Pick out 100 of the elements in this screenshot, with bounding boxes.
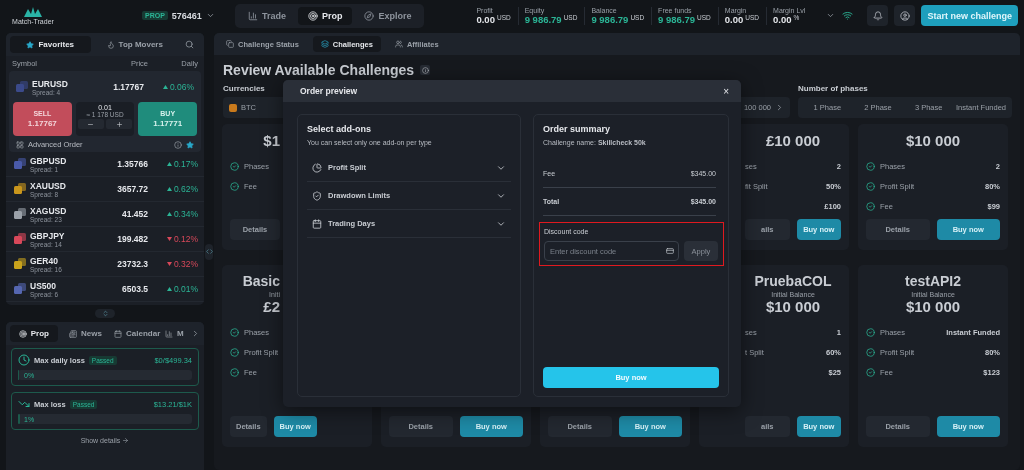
splitter-handle[interactable]	[205, 243, 213, 260]
info-icon	[421, 66, 429, 74]
bell-icon	[872, 10, 883, 21]
plus-icon	[115, 120, 123, 128]
star-icon	[26, 40, 35, 49]
flame-icon	[106, 40, 115, 49]
clock-icon	[18, 354, 30, 366]
card-title: PruebaCOL	[753, 273, 833, 289]
stat-value: 9 986.79	[658, 13, 696, 25]
chevron-down-icon[interactable]	[826, 11, 836, 20]
check-circle-icon	[866, 327, 875, 337]
balance-amount: £2	[262, 298, 280, 315]
panel-tab[interactable]: M	[165, 325, 187, 342]
watchlist-tab[interactable]: Top Movers	[94, 36, 175, 53]
check-circle-icon	[866, 181, 875, 191]
daily-change: 0.01%	[173, 284, 198, 294]
check-circle-icon	[230, 327, 239, 337]
copy-icon	[226, 40, 234, 48]
pie-chart-icon	[312, 162, 322, 173]
symbol-name: GBPJPY	[30, 230, 65, 241]
nav-tab[interactable]: Trade	[237, 6, 296, 25]
daily-change: 0.17%	[173, 159, 198, 169]
increase-button[interactable]	[106, 119, 133, 129]
section-title: Select add-ons	[307, 124, 372, 134]
symbol-name: GER40	[30, 255, 58, 266]
balance-amount: £10 000	[764, 132, 822, 149]
chart-down-icon	[18, 398, 30, 410]
calendar-icon	[114, 329, 123, 338]
check-circle-icon	[866, 367, 875, 377]
daily-change: 0.32%	[173, 259, 198, 269]
balance-amount: $10 000	[904, 132, 962, 149]
panel-tab[interactable]: Calendar	[113, 325, 161, 342]
nav-tab[interactable]: Explore	[354, 6, 422, 25]
daily-change: 0.06%	[169, 82, 194, 92]
symbol-name: XAGUSD	[30, 205, 67, 216]
stat-value: 0.00	[476, 13, 495, 25]
arrow-right-icon	[122, 437, 130, 444]
check-circle-icon	[230, 367, 239, 377]
check-circle-icon	[866, 347, 875, 357]
stat-value: 0.00	[724, 13, 744, 25]
chart-icon	[165, 329, 173, 338]
panel-tab[interactable]: Prop	[10, 325, 58, 342]
balance-amount: $10 000	[904, 298, 962, 315]
compass-icon	[364, 10, 375, 21]
price: 199.482	[116, 234, 148, 244]
star-icon[interactable]	[186, 140, 194, 149]
price: 1.35766	[116, 159, 148, 169]
symbol-name: GBPUSD	[30, 155, 67, 166]
layers-icon	[320, 40, 329, 48]
page-heading: Review Available Challenges	[223, 62, 415, 78]
chevron-right-icon[interactable]	[191, 329, 200, 338]
up-down-icon	[101, 310, 109, 317]
symbol-name: XAUUSD	[30, 180, 66, 191]
resize-handle[interactable]	[95, 309, 115, 318]
wifi-icon	[842, 10, 854, 21]
target-icon	[18, 329, 27, 338]
dialog-title: Order preview	[300, 86, 358, 96]
check-circle-icon	[230, 347, 239, 357]
chevron-down-icon[interactable]	[205, 11, 215, 20]
code-icon	[205, 248, 213, 255]
calendar-icon	[312, 218, 322, 229]
price: 41.452	[121, 209, 148, 219]
search-icon[interactable]	[185, 40, 194, 49]
stat-value: 9 986.79	[524, 13, 562, 25]
card-title: testAPI2	[904, 273, 962, 289]
filter-label: Currencies	[223, 84, 265, 93]
notifications-button[interactable]	[867, 5, 889, 26]
price: 6503.5	[121, 284, 148, 294]
daily-change: 0.62%	[173, 184, 198, 194]
card-title: Basic	[241, 273, 280, 289]
symbol-name: EURUSD	[32, 78, 68, 89]
watchlist-tab[interactable]: Favorites	[10, 36, 91, 53]
panel-tab[interactable]: News	[61, 325, 110, 342]
stat-value: 0.00	[773, 13, 792, 25]
stat-value: 9 986.79	[591, 13, 629, 25]
nav-tab[interactable]: Prop	[297, 6, 353, 25]
check-circle-icon	[866, 201, 875, 211]
check-circle-icon	[230, 161, 239, 171]
account-number[interactable]: 576461	[171, 10, 202, 21]
coin-icon	[229, 103, 237, 112]
shield-icon	[312, 190, 322, 201]
balance-amount: $10 000	[764, 298, 822, 315]
check-circle-icon	[230, 181, 239, 191]
check-circle-icon	[866, 161, 875, 171]
symbol-name: US500	[30, 280, 56, 291]
profile-button[interactable]	[894, 5, 916, 26]
users-icon	[394, 40, 403, 48]
user-icon	[899, 10, 910, 21]
price: 1.17767	[112, 82, 144, 92]
balance-amount: $1	[262, 132, 280, 149]
grid-icon	[16, 140, 24, 149]
bar-chart-icon	[247, 10, 258, 21]
info-icon	[174, 140, 182, 149]
section-title: Order summary	[543, 124, 612, 134]
daily-change: 0.12%	[173, 234, 198, 244]
chevron-right-icon[interactable]	[775, 103, 784, 112]
price: 23732.3	[116, 259, 148, 269]
newspaper-icon	[69, 329, 78, 338]
close-button[interactable]: ×	[723, 85, 729, 97]
price: 3657.72	[116, 184, 148, 194]
